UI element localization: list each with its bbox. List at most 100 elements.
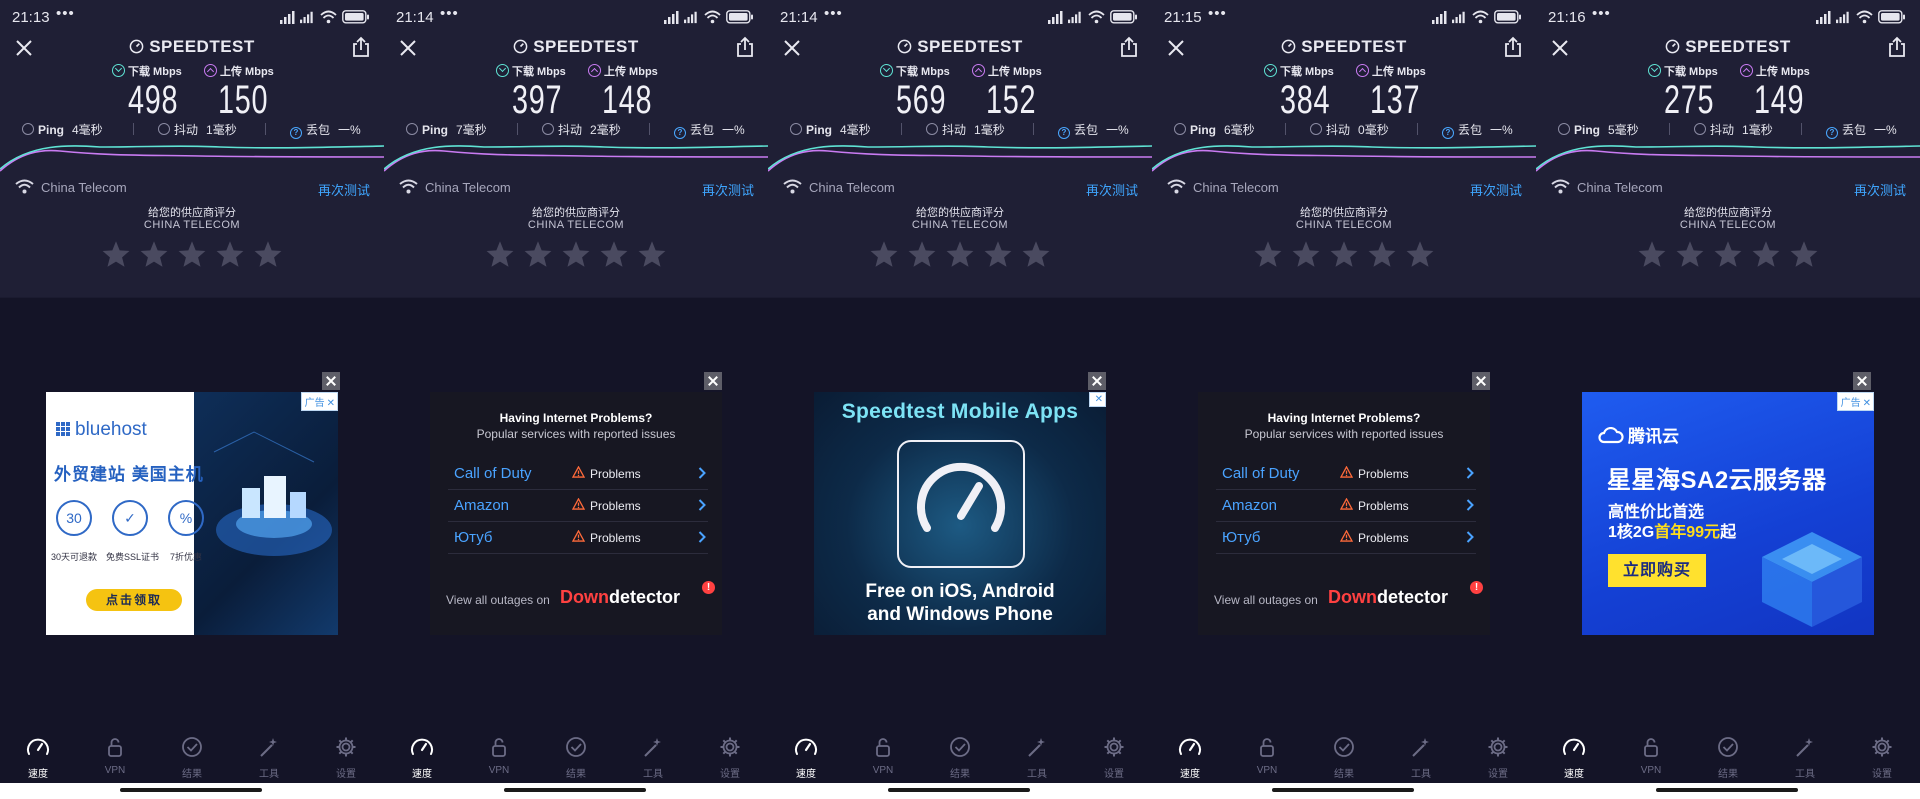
- star-icon[interactable]: [215, 240, 245, 268]
- star-icon[interactable]: [945, 240, 975, 268]
- tab-3[interactable]: 工具: [1391, 736, 1451, 780]
- ad-tag[interactable]: 广告 ✕: [1836, 392, 1874, 411]
- downdetector-ad[interactable]: Having Internet Problems? Popular servic…: [1198, 392, 1490, 635]
- tab-2[interactable]: 结果: [930, 736, 990, 780]
- tab-2[interactable]: 结果: [1698, 736, 1758, 780]
- ad-close-icon[interactable]: [1088, 372, 1106, 390]
- ad-tag[interactable]: 广告 ✕: [300, 392, 338, 411]
- tab-0[interactable]: 速度: [1160, 736, 1220, 780]
- downdetector-ad[interactable]: Having Internet Problems? Popular servic…: [430, 392, 722, 635]
- home-indicator[interactable]: [888, 788, 1030, 792]
- tab-4[interactable]: 设置: [1468, 736, 1528, 780]
- ad-tag-close-icon[interactable]: ✕: [327, 398, 335, 409]
- tab-3[interactable]: 工具: [239, 736, 299, 780]
- jitter-icon: [926, 123, 938, 135]
- signal-icon: [684, 11, 697, 24]
- star-icon[interactable]: [1789, 240, 1819, 268]
- star-icon[interactable]: [983, 240, 1013, 268]
- ad-choices-icon[interactable]: ✕: [1088, 392, 1106, 407]
- retest-button[interactable]: 再次测试: [1470, 180, 1522, 199]
- star-icon[interactable]: [139, 240, 169, 268]
- tab-4[interactable]: 设置: [700, 736, 760, 780]
- star-icon[interactable]: [637, 240, 667, 268]
- tab-1[interactable]: VPN: [85, 736, 145, 776]
- help-icon[interactable]: ?: [1442, 127, 1454, 139]
- retest-button[interactable]: 再次测试: [1854, 180, 1906, 199]
- share-icon[interactable]: [1502, 36, 1524, 58]
- star-icon[interactable]: [1253, 240, 1283, 268]
- outage-row[interactable]: Call of Duty Problems: [1216, 458, 1476, 490]
- outage-row[interactable]: Call of Duty Problems: [448, 458, 708, 490]
- tab-2[interactable]: 结果: [1314, 736, 1374, 780]
- star-icon[interactable]: [907, 240, 937, 268]
- star-icon[interactable]: [1329, 240, 1359, 268]
- outage-row[interactable]: Amazon Problems: [448, 490, 708, 522]
- star-icon[interactable]: [1021, 240, 1051, 268]
- home-indicator[interactable]: [1656, 788, 1798, 792]
- star-icon[interactable]: [1367, 240, 1397, 268]
- star-icon[interactable]: [1405, 240, 1435, 268]
- share-icon[interactable]: [350, 36, 372, 58]
- tab-3[interactable]: 工具: [1007, 736, 1067, 780]
- star-icon[interactable]: [1713, 240, 1743, 268]
- star-icon[interactable]: [1291, 240, 1321, 268]
- star-icon[interactable]: [1675, 240, 1705, 268]
- loss-value: 一%: [1490, 123, 1513, 137]
- ad-close-icon[interactable]: [704, 372, 722, 390]
- tab-2[interactable]: 结果: [546, 736, 606, 780]
- speedtest-apps-ad[interactable]: Speedtest Mobile Apps Free on iOS, Andro…: [814, 392, 1106, 635]
- tencent-cloud-ad[interactable]: 腾讯云 星星海SA2云服务器 高性价比首选 1核2G首年99元起 立即购买 广告…: [1582, 392, 1874, 635]
- star-icon[interactable]: [101, 240, 131, 268]
- home-indicator[interactable]: [120, 788, 262, 792]
- share-icon[interactable]: [1118, 36, 1140, 58]
- outage-row[interactable]: Amazon Problems: [1216, 490, 1476, 522]
- help-icon[interactable]: ?: [674, 127, 686, 139]
- ad-tag-close-icon[interactable]: ✕: [1863, 398, 1871, 409]
- star-icon[interactable]: [523, 240, 553, 268]
- share-icon[interactable]: [734, 36, 756, 58]
- retest-button[interactable]: 再次测试: [318, 180, 370, 199]
- bluehost-ad[interactable]: bluehost 外贸建站 美国主机 30 30天可退款 ✓ 免费SSL证书 %…: [46, 392, 338, 635]
- home-indicator[interactable]: [1272, 788, 1414, 792]
- retest-button[interactable]: 再次测试: [1086, 180, 1138, 199]
- star-icon[interactable]: [599, 240, 629, 268]
- tab-0[interactable]: 速度: [8, 736, 68, 780]
- download-arrow-icon: [880, 64, 893, 77]
- star-icon[interactable]: [485, 240, 515, 268]
- help-icon[interactable]: ?: [1058, 127, 1070, 139]
- ad-cta-button[interactable]: 立即购买: [1608, 554, 1706, 587]
- tab-3[interactable]: 工具: [1775, 736, 1835, 780]
- star-icon[interactable]: [1637, 240, 1667, 268]
- help-icon[interactable]: ?: [1826, 127, 1838, 139]
- downdetector-logo[interactable]: Downdetector: [1328, 587, 1448, 608]
- star-icon[interactable]: [177, 240, 207, 268]
- share-icon[interactable]: [1886, 36, 1908, 58]
- tab-0[interactable]: 速度: [392, 736, 452, 780]
- ad-close-icon[interactable]: [322, 372, 340, 390]
- outage-row[interactable]: Ютуб Problems: [1216, 522, 1476, 554]
- tab-1[interactable]: VPN: [1621, 736, 1681, 776]
- help-icon[interactable]: ?: [290, 127, 302, 139]
- home-indicator[interactable]: [504, 788, 646, 792]
- tab-4[interactable]: 设置: [1084, 736, 1144, 780]
- tab-3[interactable]: 工具: [623, 736, 683, 780]
- retest-button[interactable]: 再次测试: [702, 180, 754, 199]
- tab-1[interactable]: VPN: [1237, 736, 1297, 776]
- tab-1[interactable]: VPN: [853, 736, 913, 776]
- ad-close-icon[interactable]: [1853, 372, 1871, 390]
- tab-1[interactable]: VPN: [469, 736, 529, 776]
- ad-close-icon[interactable]: [1472, 372, 1490, 390]
- ad-close-icon[interactable]: ✕: [1095, 394, 1103, 405]
- tab-4[interactable]: 设置: [316, 736, 376, 780]
- downdetector-logo[interactable]: Downdetector: [560, 587, 680, 608]
- tab-0[interactable]: 速度: [776, 736, 836, 780]
- outage-row[interactable]: Ютуб Problems: [448, 522, 708, 554]
- tab-2[interactable]: 结果: [162, 736, 222, 780]
- ad-cta-button[interactable]: 点击领取: [86, 589, 182, 611]
- star-icon[interactable]: [561, 240, 591, 268]
- star-icon[interactable]: [1751, 240, 1781, 268]
- star-icon[interactable]: [253, 240, 283, 268]
- tab-4[interactable]: 设置: [1852, 736, 1912, 780]
- star-icon[interactable]: [869, 240, 899, 268]
- tab-0[interactable]: 速度: [1544, 736, 1604, 780]
